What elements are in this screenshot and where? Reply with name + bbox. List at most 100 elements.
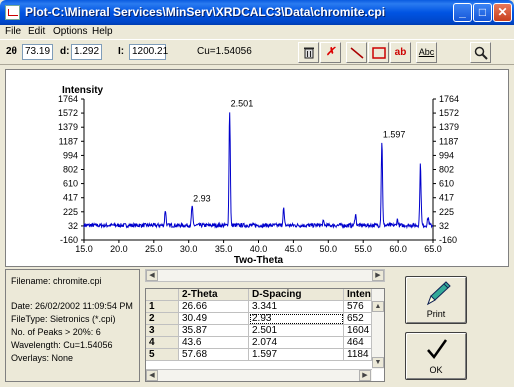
app-icon[interactable] <box>5 5 20 20</box>
toolbar: 2θ 73.19 d: 1.292 I: 1200.21 Cu=1.54056 … <box>0 39 514 65</box>
column-header-intensity[interactable]: Inten <box>344 289 372 301</box>
x-tick-label: 65.0 <box>424 244 442 254</box>
cell-2theta[interactable]: 26.66 <box>179 301 249 313</box>
plot-area[interactable]: 1764 1764 1572 1572 1379 1379 1187 1187 994 994 80… <box>5 69 509 267</box>
y-tick-label-right: 32 <box>439 221 449 231</box>
cell-intensity[interactable]: 652 <box>344 313 372 325</box>
menu-file[interactable]: File <box>5 26 21 37</box>
text-abc-button[interactable]: Abc <box>416 42 437 63</box>
menu-edit[interactable]: Edit <box>28 26 45 37</box>
x-tick-label: 40.0 <box>250 244 268 254</box>
ok-button[interactable]: OK <box>405 332 467 380</box>
peak-table[interactable]: 2-Theta D-Spacing Inten 1 26.66 3.341 57… <box>145 288 385 382</box>
cell-dspacing[interactable]: 2.501 <box>249 325 344 337</box>
x-tick-label: 55.0 <box>354 244 372 254</box>
y-tick-label-right: 1572 <box>439 108 459 118</box>
maximize-button[interactable]: □ <box>473 3 492 22</box>
text-ab-button[interactable]: ab <box>390 42 411 63</box>
two-theta-field: 73.19 <box>22 44 53 60</box>
cell-intensity[interactable]: 1184 <box>344 349 372 361</box>
peak-label: 1.597 <box>383 130 406 140</box>
cell-dspacing[interactable]: 3.341 <box>249 301 344 313</box>
y-tick-label-left: 1379 <box>58 122 78 132</box>
info-wavelength: Wavelength: Cu=1.54056 <box>11 340 113 350</box>
cell-2theta[interactable]: 35.87 <box>179 325 249 337</box>
minimize-button[interactable]: _ <box>453 3 472 22</box>
clear-button[interactable]: ✗ <box>320 42 341 63</box>
y-tick-label-right: 417 <box>439 193 454 203</box>
y-tick-label-right: 1379 <box>439 122 459 132</box>
draw-rectangle-button[interactable] <box>368 42 389 63</box>
x-axis-title: Two-Theta <box>234 255 284 266</box>
x-tick-label: 30.0 <box>180 244 198 254</box>
cell-intensity[interactable]: 576 <box>344 301 372 313</box>
cell-intensity[interactable]: 1604 <box>344 325 372 337</box>
zoom-button[interactable] <box>470 42 491 63</box>
line-icon <box>350 47 363 59</box>
close-button[interactable]: ✕ <box>493 3 512 22</box>
x-tick-label: 60.0 <box>389 244 407 254</box>
column-header-2theta[interactable]: 2-Theta <box>179 289 249 301</box>
column-header-dspacing[interactable]: D-Spacing <box>249 289 344 301</box>
y-tick-label-left: 802 <box>63 165 78 175</box>
menu-help[interactable]: Help <box>92 26 113 37</box>
table-vertical-scrollbar[interactable]: ▲ ▼ <box>372 289 384 369</box>
scroll-down-button[interactable]: ▼ <box>372 357 384 368</box>
diffraction-line <box>83 112 434 230</box>
table-scroll-left-button[interactable]: ◀ <box>146 370 158 381</box>
x-tick-label: 15.0 <box>75 244 93 254</box>
intensity-field: 1200.21 <box>129 44 168 60</box>
checkmark-icon <box>427 339 448 360</box>
title-bar: Plot-C:\Mineral Services\MinServ\XRDCALC… <box>0 0 514 25</box>
cell-2theta[interactable]: 57.68 <box>179 349 249 361</box>
print-label: Print <box>426 309 446 319</box>
text-ab-icon: ab <box>394 47 407 58</box>
print-button[interactable]: Print <box>405 276 467 324</box>
intensity-label: I: <box>118 46 125 57</box>
cell-dspacing-selected[interactable]: 2.93 <box>249 313 344 325</box>
y-tick-label-right: 1764 <box>439 94 459 104</box>
y-tick-label-left: 610 <box>63 179 78 189</box>
window-title: Plot-C:\Mineral Services\MinServ\XRDCALC… <box>25 5 386 19</box>
y-tick-label-left: 32 <box>68 221 78 231</box>
cell-intensity[interactable]: 464 <box>344 337 372 349</box>
peak-label: 2.501 <box>231 99 254 109</box>
y-tick-label-right: 1187 <box>439 136 458 146</box>
menu-bar: File Edit Options Help <box>0 25 514 39</box>
draw-line-button[interactable] <box>346 42 367 63</box>
x-tick-label: 50.0 <box>320 244 338 254</box>
scroll-right-button[interactable]: ▶ <box>372 270 384 281</box>
row-index: 4 <box>146 337 179 349</box>
wavelength-text: Cu=1.54056 <box>197 46 252 57</box>
row-index: 1 <box>146 301 179 313</box>
x-tick-label: 20.0 <box>110 244 128 254</box>
info-filename: Filename: chromite.cpi <box>11 276 102 286</box>
x-tick-label: 25.0 <box>145 244 163 254</box>
table-scroll-right-button[interactable]: ▶ <box>359 370 371 381</box>
y-axis-title: Intensity <box>62 85 104 96</box>
table-horizontal-scrollbar[interactable]: ◀ ▶ <box>146 369 372 381</box>
d-label: d: <box>60 46 70 57</box>
text-abc-icon: Abc <box>418 47 435 57</box>
info-date: Date: 26/02/2002 11:09:54 PM <box>11 301 133 311</box>
table-corner <box>146 289 179 301</box>
menu-options[interactable]: Options <box>53 26 87 37</box>
ok-label: OK <box>429 365 443 375</box>
y-tick-label-right: 225 <box>439 207 454 217</box>
d-spacing-field: 1.292 <box>71 44 102 60</box>
cell-dspacing[interactable]: 1.597 <box>249 349 344 361</box>
y-tick-label-right: 610 <box>439 179 454 189</box>
delete-button[interactable] <box>298 42 319 63</box>
cell-2theta[interactable]: 43.6 <box>179 337 249 349</box>
scroll-up-button[interactable]: ▲ <box>372 301 384 312</box>
x-tick-label: 35.0 <box>215 244 233 254</box>
scroll-left-button[interactable]: ◀ <box>146 270 158 281</box>
row-index: 5 <box>146 349 179 361</box>
y-tick-label-left: 1572 <box>58 108 78 118</box>
y-tick-label-left: 994 <box>63 150 78 160</box>
horizontal-scrollbar-top[interactable]: ◀ ▶ <box>145 269 385 282</box>
cell-2theta[interactable]: 30.49 <box>179 313 249 325</box>
cell-dspacing[interactable]: 2.074 <box>249 337 344 349</box>
info-filetype: FileType: Sietronics (*.cpi) <box>11 314 116 324</box>
file-info-panel: Filename: chromite.cpi Date: 26/02/2002 … <box>5 269 140 382</box>
